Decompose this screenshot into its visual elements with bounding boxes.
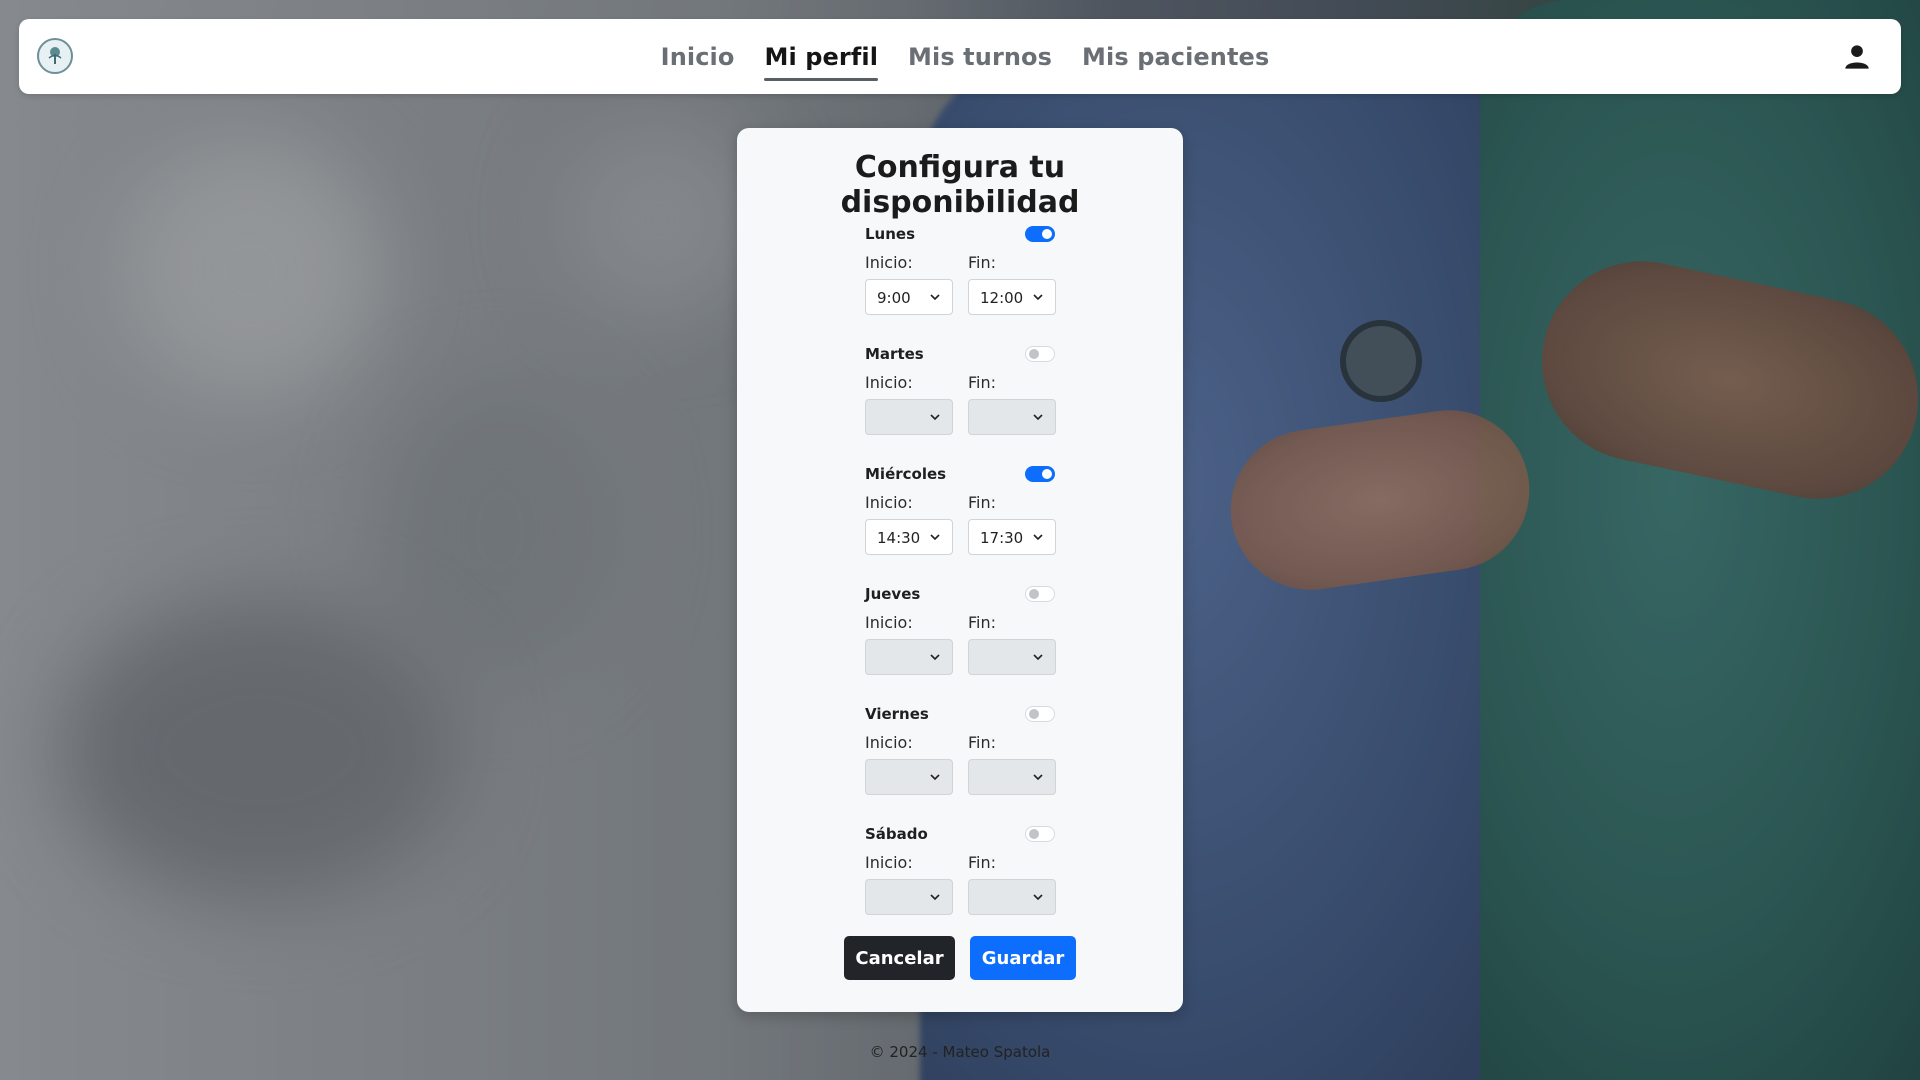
day-toggle-viernes[interactable]: [1025, 706, 1055, 722]
start-label: Inicio:: [865, 493, 913, 512]
start-label: Inicio:: [865, 613, 913, 632]
user-account-icon[interactable]: [1843, 43, 1871, 71]
chevron-down-icon: [930, 294, 940, 301]
day-name: Martes: [865, 345, 924, 363]
day-row-martes: Martes Inicio: Fin:: [865, 343, 1056, 435]
end-label: Fin:: [968, 493, 997, 512]
end-time-select-sabado[interactable]: [968, 879, 1056, 915]
day-row-jueves: Jueves Inicio: Fin:: [865, 583, 1056, 675]
toggle-knob: [1029, 349, 1039, 359]
day-name: Jueves: [865, 585, 921, 603]
toggle-knob: [1042, 229, 1052, 239]
end-time-select-viernes[interactable]: [968, 759, 1056, 795]
start-time-select-jueves[interactable]: [865, 639, 953, 675]
availability-card: Configura tu disponibilidad Lunes Inicio:…: [737, 128, 1183, 1012]
cancel-button[interactable]: Cancelar: [844, 936, 955, 980]
day-toggle-lunes[interactable]: [1025, 226, 1055, 242]
chevron-down-icon: [930, 654, 940, 661]
chevron-down-icon: [1033, 534, 1043, 541]
end-time-select-miercoles[interactable]: 17:30: [968, 519, 1056, 555]
day-row-lunes: Lunes Inicio: 9:00 Fin: 12:00: [865, 223, 1056, 315]
start-label: Inicio:: [865, 733, 913, 752]
day-name: Sábado: [865, 825, 928, 843]
toggle-knob: [1029, 709, 1039, 719]
top-navbar: Inicio Mi perfil Mis turnos Mis paciente…: [19, 19, 1901, 94]
day-toggle-sabado[interactable]: [1025, 826, 1055, 842]
end-label: Fin:: [968, 853, 997, 872]
start-time-select-miercoles[interactable]: 14:30: [865, 519, 953, 555]
start-label: Inicio:: [865, 853, 913, 872]
start-time-select-sabado[interactable]: [865, 879, 953, 915]
chevron-down-icon: [1033, 894, 1043, 901]
end-label: Fin:: [968, 373, 997, 392]
end-time-select-martes[interactable]: [968, 399, 1056, 435]
chevron-down-icon: [1033, 414, 1043, 421]
start-time-select-lunes[interactable]: 9:00: [865, 279, 953, 315]
start-label: Inicio:: [865, 373, 913, 392]
end-time-value: 17:30: [980, 529, 1024, 547]
end-time-value: 12:00: [980, 289, 1024, 307]
chevron-down-icon: [930, 534, 940, 541]
start-time-value: 14:30: [877, 529, 921, 547]
footer-copyright: © 2024 - Mateo Spatola: [869, 1043, 1051, 1061]
chevron-down-icon: [930, 414, 940, 421]
day-toggle-martes[interactable]: [1025, 346, 1055, 362]
day-row-miercoles: Miércoles Inicio: 14:30 Fin: 17:30: [865, 463, 1056, 555]
day-toggle-miercoles[interactable]: [1025, 466, 1055, 482]
end-label: Fin:: [968, 613, 997, 632]
chevron-down-icon: [1033, 774, 1043, 781]
nav-links: Inicio Mi perfil Mis turnos Mis paciente…: [19, 19, 1901, 94]
chevron-down-icon: [1033, 654, 1043, 661]
start-time-select-martes[interactable]: [865, 399, 953, 435]
chevron-down-icon: [930, 774, 940, 781]
start-time-value: 9:00: [877, 289, 911, 307]
day-name: Lunes: [865, 225, 916, 243]
toggle-knob: [1042, 469, 1052, 479]
nav-link-mis-turnos[interactable]: Mis turnos: [908, 37, 1052, 77]
save-button[interactable]: Guardar: [970, 936, 1076, 980]
card-title: Configura tu disponibilidad: [840, 150, 1080, 220]
day-row-sabado: Sábado Inicio: Fin:: [865, 823, 1056, 915]
end-label: Fin:: [968, 253, 997, 272]
nav-link-inicio[interactable]: Inicio: [661, 37, 735, 77]
chevron-down-icon: [930, 894, 940, 901]
end-time-select-lunes[interactable]: 12:00: [968, 279, 1056, 315]
start-label: Inicio:: [865, 253, 913, 272]
day-name: Viernes: [865, 705, 929, 723]
end-time-select-jueves[interactable]: [968, 639, 1056, 675]
end-label: Fin:: [968, 733, 997, 752]
day-row-viernes: Viernes Inicio: Fin:: [865, 703, 1056, 795]
chevron-down-icon: [1033, 294, 1043, 301]
toggle-knob: [1029, 829, 1039, 839]
day-name: Miércoles: [865, 465, 947, 483]
nav-link-mis-pacientes[interactable]: Mis pacientes: [1082, 37, 1269, 77]
start-time-select-viernes[interactable]: [865, 759, 953, 795]
toggle-knob: [1029, 589, 1039, 599]
day-toggle-jueves[interactable]: [1025, 586, 1055, 602]
nav-link-mi-perfil[interactable]: Mi perfil: [764, 37, 878, 81]
